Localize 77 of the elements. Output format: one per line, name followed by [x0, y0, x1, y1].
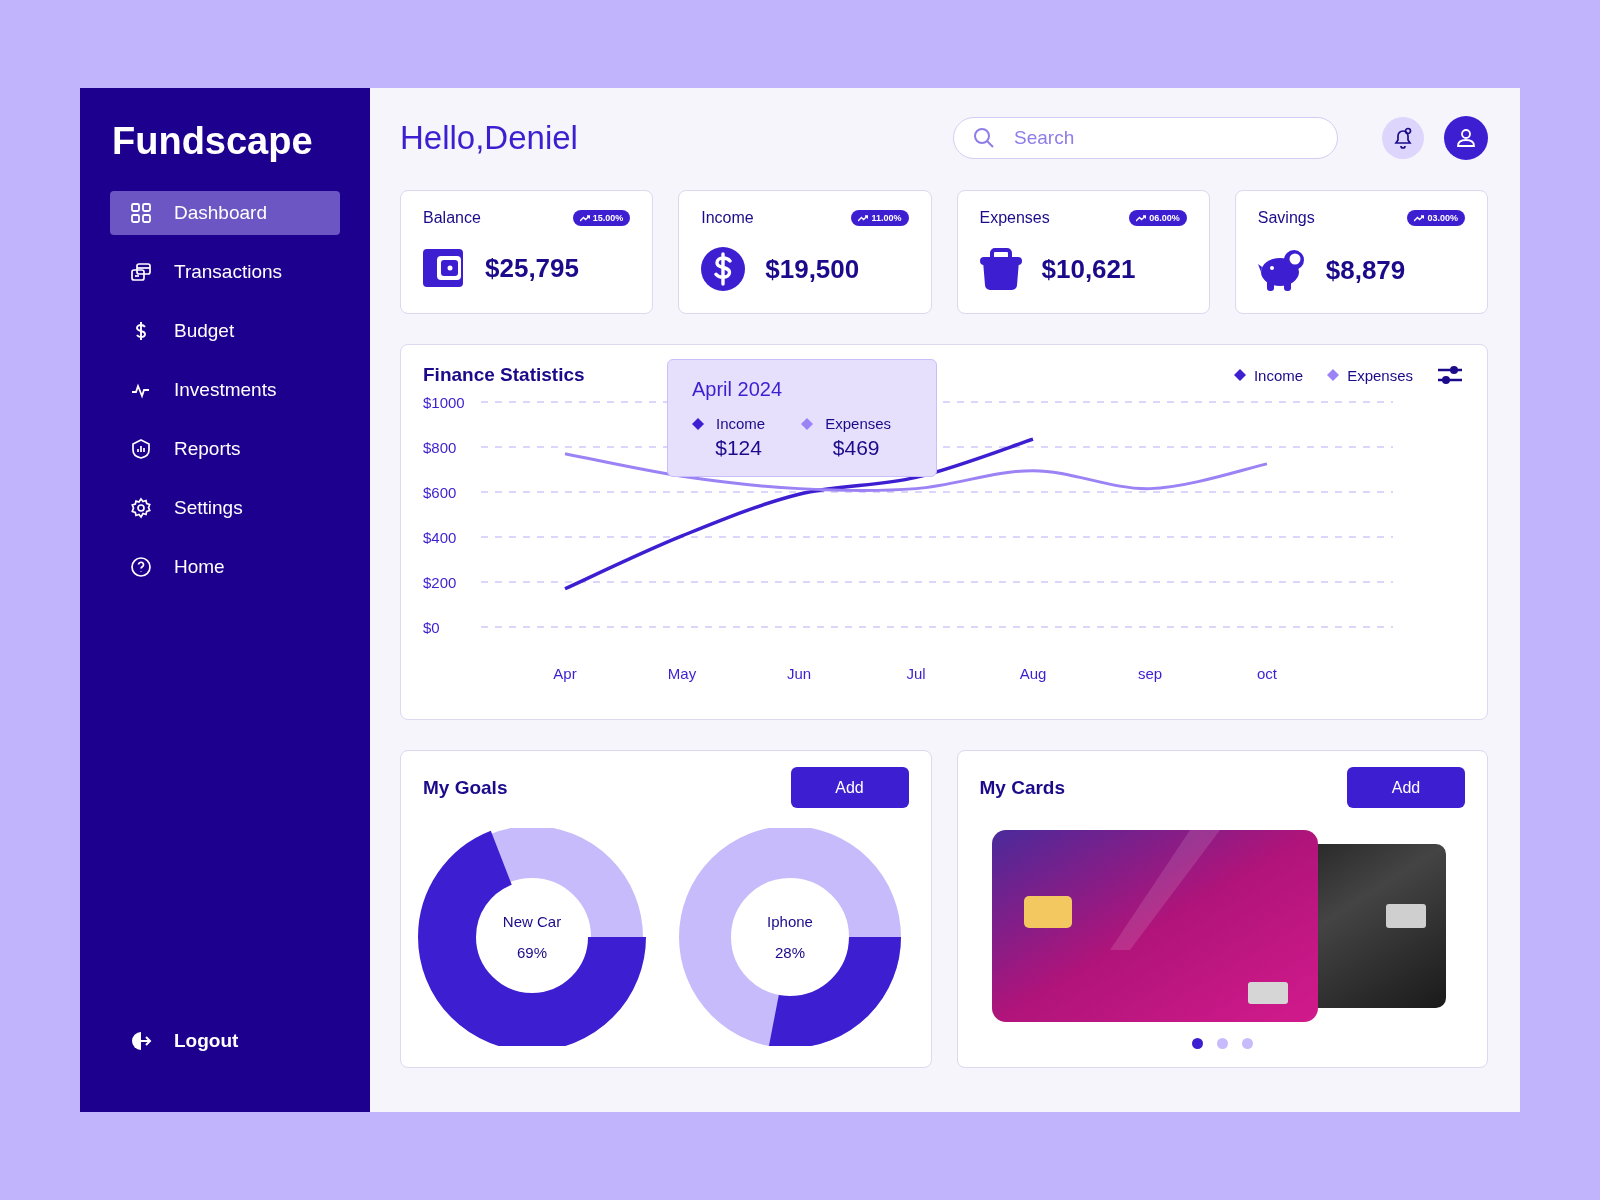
nav-item[interactable]: Home	[110, 545, 340, 589]
stat-label: Expenses	[979, 209, 1050, 227]
search-icon	[973, 127, 995, 149]
y-axis-label: $0	[423, 619, 440, 636]
x-axis-label: Aug	[1019, 665, 1047, 682]
trend-up-icon	[1136, 214, 1147, 222]
y-axis-label: $800	[423, 439, 457, 456]
stat-value: $8,879	[1325, 254, 1406, 286]
trend-badge: 11.00%	[851, 210, 909, 226]
legend-label: Expenses	[1347, 366, 1413, 384]
greeting-heading: Hello,Deniel	[400, 119, 579, 157]
nav-item[interactable]: Reports	[110, 427, 340, 471]
add-button[interactable]: Add	[1347, 767, 1465, 808]
app-logo: Fundscape	[112, 120, 314, 163]
profile-button[interactable]	[1444, 116, 1488, 160]
x-axis-label: Jun	[786, 665, 812, 682]
goal-percent: 28%	[775, 944, 805, 961]
chart-title: Finance Statistics	[423, 364, 586, 386]
legend-marker	[692, 417, 704, 430]
stat-value: $10,621	[1041, 253, 1136, 285]
nav-item[interactable]: Settings	[110, 486, 340, 530]
tooltip-label: Income	[716, 415, 766, 432]
x-axis-label: sep	[1137, 665, 1163, 682]
trend-badge: 06.00%	[1129, 210, 1187, 226]
trend-up-icon	[1414, 214, 1425, 222]
trend-up-icon	[579, 214, 590, 222]
tooltip-label: Expenses	[825, 415, 892, 432]
nav-item[interactable]: Dashboard	[110, 191, 340, 235]
y-axis-label: $200	[423, 574, 457, 591]
search-field[interactable]: Search	[953, 117, 1338, 159]
y-axis-label: $1000	[423, 395, 465, 411]
trend-badge: 03.00%	[1407, 210, 1465, 226]
legend-marker	[801, 417, 814, 430]
panel-title: My Goals	[423, 776, 508, 799]
dollar-coin-icon	[701, 247, 746, 291]
goal-name: New Car	[502, 913, 562, 930]
nav-item[interactable]: Investments	[110, 368, 340, 412]
tooltip-value: $124	[715, 436, 762, 460]
carousel-dot[interactable]	[1241, 1038, 1253, 1049]
logout-icon	[130, 1030, 152, 1052]
piggy-bank-icon	[1257, 247, 1306, 293]
x-axis-label: oct	[1257, 665, 1277, 682]
stat-value: $19,500	[765, 253, 860, 285]
x-axis-label: Jul	[906, 665, 926, 682]
stat-value: $25,795	[485, 252, 579, 284]
tooltip-date: April 2024	[692, 378, 784, 401]
legend-label: Income	[1253, 366, 1304, 384]
logout-button[interactable]: Logout	[110, 1030, 340, 1052]
tooltip-value: $469	[832, 436, 880, 460]
y-axis-label: $400	[423, 529, 457, 546]
carousel-dot[interactable]	[1191, 1038, 1203, 1049]
stat-label: Savings	[1257, 209, 1315, 227]
cards-icon	[130, 261, 152, 283]
trend-badge: 15.00%	[572, 210, 631, 226]
grid-icon	[130, 202, 152, 224]
stat-label: Balance	[423, 209, 481, 227]
bell-icon	[1393, 127, 1413, 149]
filter-icon[interactable]	[1437, 363, 1463, 387]
x-axis-label: Apr	[553, 665, 577, 682]
basket-icon	[979, 247, 1022, 291]
notification-button[interactable]	[1382, 117, 1424, 159]
add-button[interactable]: Add	[790, 767, 909, 808]
trend-up-icon	[858, 214, 869, 222]
shield-icon	[130, 438, 152, 460]
wallet-icon	[423, 247, 465, 289]
stat-label: Income	[701, 209, 754, 227]
user-icon	[1456, 128, 1476, 148]
nav-item[interactable]: Transactions	[110, 250, 340, 294]
panel-title: My Cards	[979, 776, 1066, 799]
gear-icon	[130, 497, 152, 519]
goal-percent: 69%	[517, 944, 547, 961]
help-icon	[130, 556, 152, 578]
x-axis-label: May	[667, 665, 697, 682]
carousel-dot[interactable]	[1216, 1038, 1228, 1049]
nav-item[interactable]: Budget	[110, 309, 340, 353]
goal-name: Iphone	[767, 913, 813, 930]
y-axis-label: $600	[423, 484, 457, 501]
